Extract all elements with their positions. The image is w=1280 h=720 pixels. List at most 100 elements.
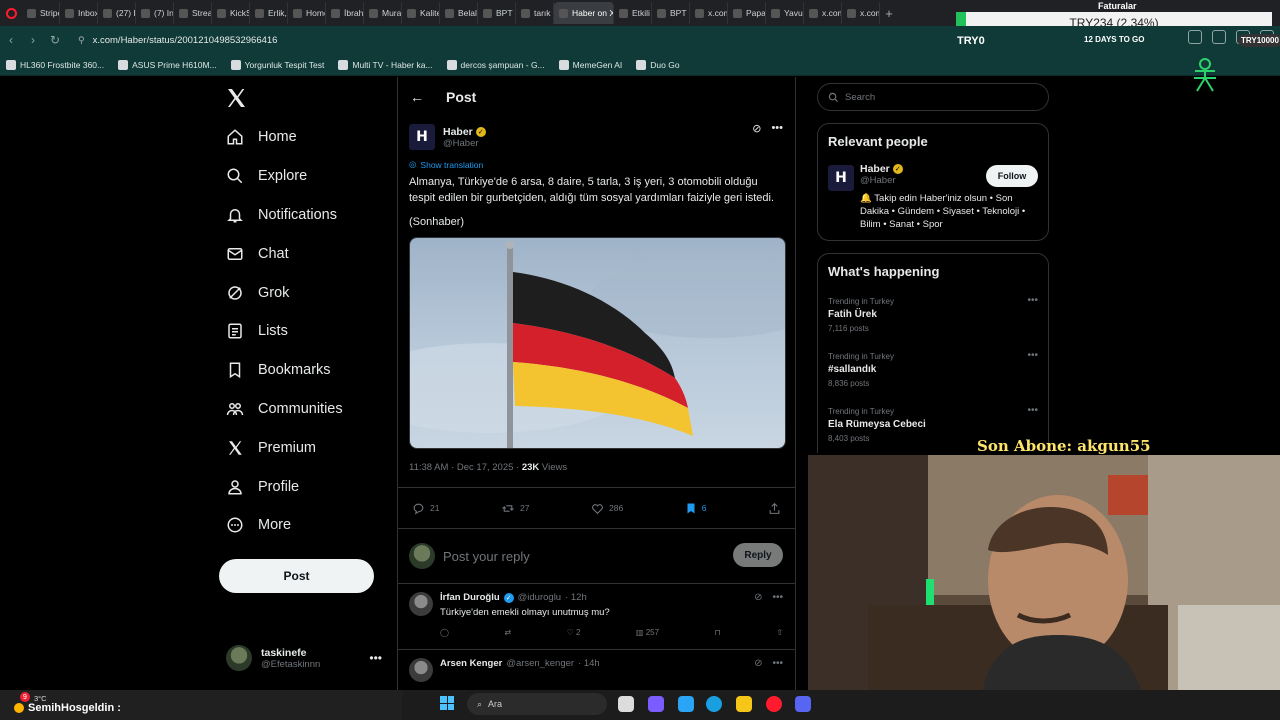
- more-icon[interactable]: •••: [1027, 295, 1038, 306]
- reply-author-handle[interactable]: @iduroglu: [518, 592, 561, 603]
- reply-icon[interactable]: ◯: [440, 628, 449, 637]
- grok-icon[interactable]: ⊘: [752, 122, 761, 135]
- browser-tab[interactable]: Home: [288, 2, 326, 24]
- edge-icon[interactable]: [678, 696, 694, 712]
- like-action[interactable]: ♡ 2: [567, 628, 581, 637]
- reply-tweet[interactable]: İrfan Duroğlu ✓ @iduroglu · 12h ⊘ ••• Tü…: [398, 584, 795, 650]
- browser-tab[interactable]: Papar: [728, 2, 766, 24]
- trend-item[interactable]: Trending in Turkey #sallandık 8,836 posts •…: [818, 342, 1048, 397]
- bookmark-item[interactable]: ASUS Prime H610M...: [118, 59, 217, 70]
- nav-item-grok[interactable]: Grok: [218, 273, 388, 312]
- bookmark-item[interactable]: Multi TV - Haber ka...: [338, 59, 433, 70]
- browser-tab[interactable]: (27) D: [98, 2, 136, 24]
- url-field[interactable]: ⚲ x.com/Haber/status/2001210498532966416: [78, 35, 277, 46]
- nav-item-bookmarks[interactable]: Bookmarks: [218, 351, 388, 390]
- grok-icon[interactable]: ⊘: [754, 658, 762, 669]
- edge-browser-icon[interactable]: [706, 696, 722, 712]
- show-translation-link[interactable]: ◎ Show translation: [398, 159, 795, 170]
- browser-tab[interactable]: Inbox: [60, 2, 98, 24]
- reply-author-handle[interactable]: @arsen_kenger: [506, 658, 574, 669]
- bookmark-item[interactable]: HL360 Frostbite 360...: [6, 59, 104, 70]
- follow-button[interactable]: Follow: [986, 165, 1038, 187]
- new-tab-button[interactable]: +: [880, 4, 898, 22]
- like-action[interactable]: 286: [591, 502, 623, 515]
- author-avatar[interactable]: H: [409, 124, 435, 150]
- grok-icon[interactable]: ⊘: [754, 592, 762, 603]
- copilot-icon[interactable]: [648, 696, 664, 712]
- post-button[interactable]: Post: [219, 559, 374, 593]
- browser-tab[interactable]: KickS: [212, 2, 250, 24]
- browser-tab[interactable]: (7) Ins: [136, 2, 174, 24]
- browser-tab[interactable]: Yavuz: [766, 2, 804, 24]
- file-explorer-icon[interactable]: [618, 696, 634, 712]
- nav-item-communities[interactable]: Communities: [218, 390, 388, 429]
- more-icon[interactable]: •••: [1027, 350, 1038, 361]
- browser-tab[interactable]: Etkili: [614, 2, 652, 24]
- reply-author-name[interactable]: Arsen Kenger: [440, 658, 502, 669]
- nav-item-lists[interactable]: Lists: [218, 312, 388, 351]
- browser-tab[interactable]: tarık: [516, 2, 554, 24]
- views-action[interactable]: ▥ 257: [636, 628, 659, 637]
- nav-item-more[interactable]: More: [218, 506, 388, 545]
- search-input[interactable]: Search: [817, 83, 1049, 111]
- back-arrow-icon[interactable]: ←: [410, 89, 424, 105]
- relevant-person[interactable]: H Haber ✓ @Haber Follow 🔔 Takip edin Hab…: [818, 149, 1048, 240]
- browser-tab[interactable]: Mura: [364, 2, 402, 24]
- avatar[interactable]: [409, 658, 433, 682]
- opera-icon[interactable]: [766, 696, 782, 712]
- more-icon[interactable]: •••: [772, 592, 783, 603]
- tweet-image[interactable]: [409, 237, 786, 449]
- nav-item-chat[interactable]: Chat: [218, 234, 388, 273]
- discord-icon[interactable]: [795, 696, 811, 712]
- browser-tab[interactable]: İbrahi: [326, 2, 364, 24]
- bookmark-item[interactable]: MemeGen AI: [558, 59, 622, 70]
- browser-tab[interactable]: BPT o: [478, 2, 516, 24]
- browser-tab[interactable]: x.com: [842, 2, 880, 24]
- browser-tab[interactable]: Belal: [440, 2, 478, 24]
- extension-icon[interactable]: [1188, 30, 1202, 44]
- more-icon[interactable]: •••: [771, 122, 783, 135]
- bookmark-item[interactable]: dercos şampuan - G...: [446, 59, 545, 70]
- more-icon[interactable]: •••: [772, 658, 783, 669]
- bookmark-item[interactable]: Duo Go: [636, 59, 680, 70]
- avatar[interactable]: [409, 592, 433, 616]
- nav-item-profile[interactable]: Profile: [218, 467, 388, 506]
- opera-logo-icon[interactable]: [0, 0, 22, 26]
- nav-item-notifications[interactable]: Notifications: [218, 196, 388, 235]
- reply-input[interactable]: Post your reply: [443, 549, 530, 564]
- browser-tab[interactable]: BPT o: [652, 2, 690, 24]
- browser-tab[interactable]: Haber on X: [554, 2, 614, 24]
- bookmark-action[interactable]: 6: [685, 502, 706, 515]
- site-info-icon[interactable]: ⚲: [78, 35, 85, 46]
- reload-icon[interactable]: ↻: [44, 29, 66, 51]
- share-icon[interactable]: ⇧: [776, 628, 783, 637]
- camera-icon[interactable]: [1212, 30, 1226, 44]
- nav-item-explore[interactable]: Explore: [218, 157, 388, 196]
- nav-item-home[interactable]: Home: [218, 118, 388, 157]
- browser-tab[interactable]: Stripe: [22, 2, 60, 24]
- tweet-timestamp[interactable]: 11:38 AM · Dec 17, 2025 ·: [409, 462, 522, 473]
- start-button[interactable]: [440, 696, 454, 710]
- author-name-row[interactable]: Haber ✓: [443, 126, 486, 138]
- repost-icon[interactable]: ⇄: [504, 628, 511, 637]
- reply-action[interactable]: 21: [412, 502, 439, 515]
- folder-icon[interactable]: [736, 696, 752, 712]
- forward-nav-icon[interactable]: ›: [22, 29, 44, 51]
- account-switcher[interactable]: taskinefe @Efetaskinnn •••: [226, 643, 386, 673]
- bookmark-icon[interactable]: ⊓: [715, 628, 721, 637]
- nav-item-premium[interactable]: Premium: [218, 428, 388, 467]
- reply-time[interactable]: · 14h: [578, 658, 600, 669]
- browser-tab[interactable]: x.com: [690, 2, 728, 24]
- share-action[interactable]: [768, 502, 781, 515]
- x-logo-icon[interactable]: [224, 86, 248, 110]
- author-handle[interactable]: @Haber: [443, 138, 486, 149]
- back-nav-icon[interactable]: ‹: [0, 29, 22, 51]
- browser-tab[interactable]: x.com: [804, 2, 842, 24]
- more-icon[interactable]: •••: [1027, 405, 1038, 416]
- browser-tab[interactable]: Stream: [174, 2, 212, 24]
- trend-item[interactable]: Trending in Turkey Fatih Ürek 7,116 posts •…: [818, 287, 1048, 342]
- relevant-avatar[interactable]: H: [828, 165, 854, 191]
- reply-author-name[interactable]: İrfan Duroğlu: [440, 592, 500, 603]
- repost-action[interactable]: 27: [501, 502, 529, 515]
- reply-tweet[interactable]: Arsen Kenger @arsen_kenger · 14h ⊘ •••: [398, 650, 795, 690]
